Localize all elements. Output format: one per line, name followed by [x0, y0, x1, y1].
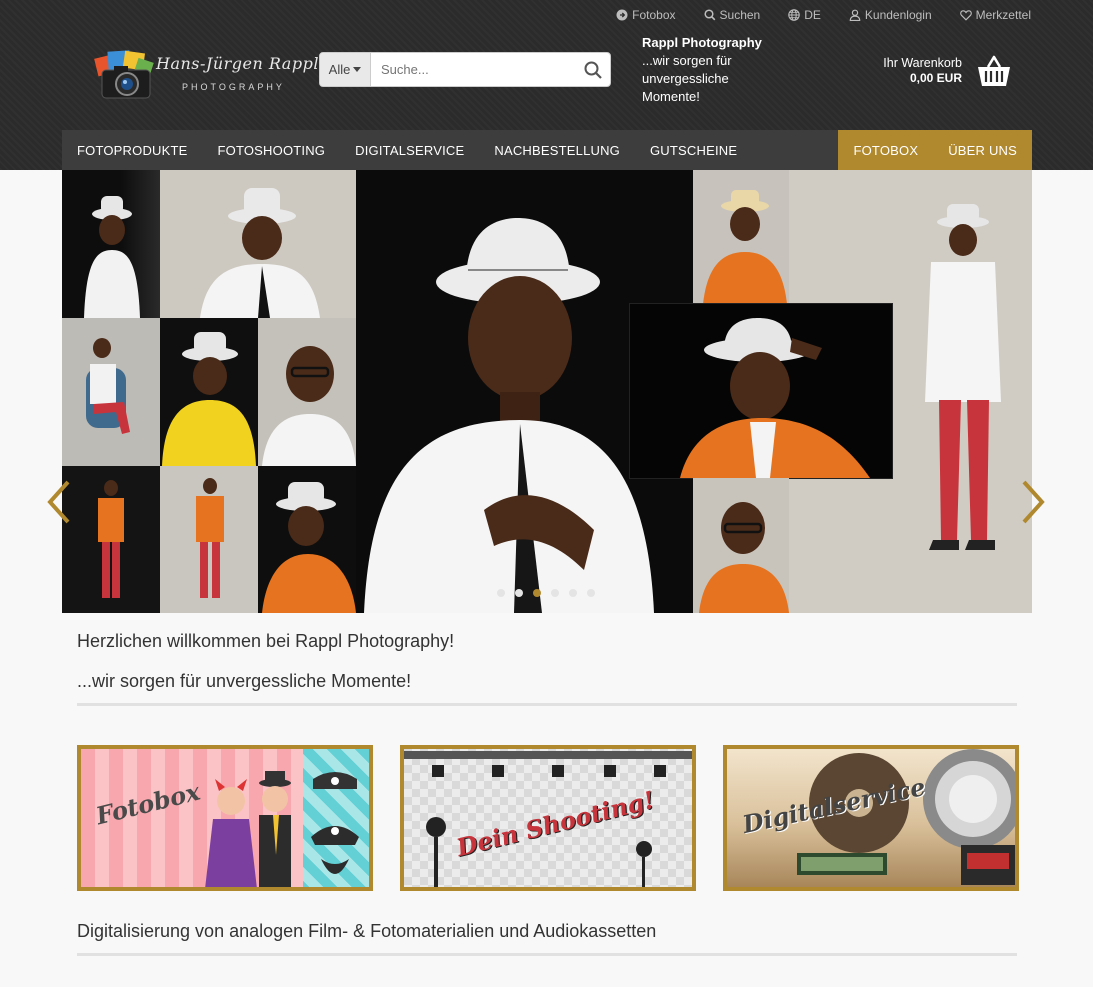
- slogan-text: ...wir sorgen für unvergessliche Momente…: [642, 53, 732, 104]
- welcome-heading: Herzlichen willkommen bei Rappl Photogra…: [77, 631, 455, 651]
- topbar-fotobox[interactable]: Fotobox: [616, 8, 676, 22]
- cart-label: Ihr Warenkorb: [883, 56, 962, 70]
- nav-item-fotoshooting[interactable]: FOTOSHOOTING: [203, 130, 341, 170]
- basket-icon[interactable]: [976, 55, 1012, 89]
- photo-tile: [160, 318, 258, 466]
- topbar-search-label: Suchen: [719, 8, 761, 22]
- portrait-figure: [680, 318, 870, 478]
- slider-pagination: [497, 589, 595, 597]
- banner-title: Fotobox: [93, 776, 203, 831]
- cart-summary[interactable]: Ihr Warenkorb 0,00 EUR: [883, 56, 962, 86]
- photo-tile: [62, 170, 160, 318]
- nav-item-ueber-uns[interactable]: ÜBER UNS: [933, 130, 1032, 170]
- nav-item-fotobox[interactable]: FOTOBOX: [838, 130, 934, 170]
- photo-tile: [258, 318, 356, 466]
- topbar-wishlist-label: Merkzettel: [975, 8, 1031, 22]
- slider-dot[interactable]: [551, 589, 559, 597]
- topbar-fotobox-label: Fotobox: [632, 8, 676, 22]
- search-icon: [584, 61, 602, 79]
- topbar-login[interactable]: Kundenlogin: [849, 8, 932, 22]
- portrait-figure: [703, 190, 787, 304]
- topbar-login-label: Kundenlogin: [864, 8, 932, 22]
- slider-dot[interactable]: [497, 589, 505, 597]
- section-heading: Digitalisierung von analogen Film- & Fot…: [77, 921, 657, 941]
- header-slogan: Rappl Photography ...wir sorgen für unve…: [642, 34, 772, 106]
- divider: [77, 703, 1017, 706]
- photo-tile: [693, 478, 789, 613]
- portrait-figure: [162, 332, 256, 466]
- portrait-figure: [262, 346, 356, 466]
- slider-prev-arrow-icon[interactable]: [46, 480, 72, 524]
- user-icon: [849, 9, 861, 21]
- topbar-search[interactable]: Suchen: [703, 8, 761, 22]
- portrait-figure: [200, 188, 320, 318]
- logo-name: Hans-Jürgen Rappl: [156, 54, 319, 73]
- photo-tile: [160, 466, 258, 613]
- slider-dot-active[interactable]: [533, 589, 541, 597]
- caret-down-icon: [353, 67, 362, 72]
- topbar-language[interactable]: DE: [788, 8, 821, 22]
- search-bar: Alle: [319, 52, 611, 87]
- digitalservice-banner[interactable]: Digitalservice: [723, 745, 1019, 891]
- portrait-figure: [262, 482, 356, 613]
- search-category-select[interactable]: Alle: [320, 53, 371, 86]
- photo-tile: [62, 318, 160, 466]
- photo-tile: [160, 170, 356, 318]
- portrait-figure: [364, 218, 654, 613]
- search-input[interactable]: [371, 53, 576, 86]
- couple-illustration-icon: [205, 771, 291, 887]
- shooting-banner[interactable]: Dein Shooting!: [400, 745, 696, 891]
- portrait-figure: [196, 478, 224, 598]
- photo-tile: [630, 304, 892, 478]
- portrait-figure: [98, 480, 124, 598]
- arrow-circle-icon: [616, 9, 628, 21]
- slider-dot[interactable]: [587, 589, 595, 597]
- portrait-figure: [86, 338, 130, 434]
- slider-next-arrow-icon[interactable]: [1020, 480, 1046, 524]
- globe-icon: [788, 9, 800, 21]
- portrait-figure: [699, 502, 789, 613]
- photo-tile: [258, 466, 356, 613]
- main-navigation: FOTOPRODUKTE FOTOSHOOTING DIGITALSERVICE…: [62, 130, 1032, 170]
- divider: [77, 953, 1017, 956]
- cart-amount: 0,00 EUR: [909, 71, 962, 85]
- slider-dot[interactable]: [515, 589, 523, 597]
- slogan-title: Rappl Photography: [642, 35, 762, 50]
- nav-item-digitalservice[interactable]: DIGITALSERVICE: [340, 130, 479, 170]
- camera-logo-icon: [94, 50, 154, 99]
- top-bar: Fotobox Suchen DE Kundenlogin Merkzettel: [616, 0, 1031, 30]
- welcome-tagline: ...wir sorgen für unvergessliche Momente…: [77, 671, 412, 691]
- hero-slider-image[interactable]: [62, 170, 1032, 613]
- slider-dot[interactable]: [569, 589, 577, 597]
- nav-item-fotoprodukte[interactable]: FOTOPRODUKTE: [62, 130, 203, 170]
- photo-tile: [693, 170, 789, 304]
- search-icon: [703, 9, 715, 21]
- logo-subtitle: PHOTOGRAPHY: [182, 82, 285, 92]
- portrait-figure: [925, 204, 1001, 550]
- heart-icon: [959, 10, 972, 21]
- fotobox-banner[interactable]: Fotobox: [77, 745, 373, 891]
- nav-item-gutscheine[interactable]: GUTSCHEINE: [635, 130, 752, 170]
- site-header: Fotobox Suchen DE Kundenlogin Merkzettel: [0, 0, 1093, 170]
- photo-tile: [62, 466, 160, 613]
- nav-item-nachbestellung[interactable]: NACHBESTELLUNG: [479, 130, 635, 170]
- pirate-props-icon: [311, 772, 359, 874]
- site-logo[interactable]: Hans-Jürgen Rappl PHOTOGRAPHY: [92, 48, 318, 104]
- topbar-wishlist[interactable]: Merkzettel: [959, 8, 1031, 22]
- topbar-language-label: DE: [804, 8, 821, 22]
- search-category-label: Alle: [328, 62, 351, 77]
- portrait-figure: [84, 196, 140, 318]
- search-submit-button[interactable]: [576, 53, 610, 86]
